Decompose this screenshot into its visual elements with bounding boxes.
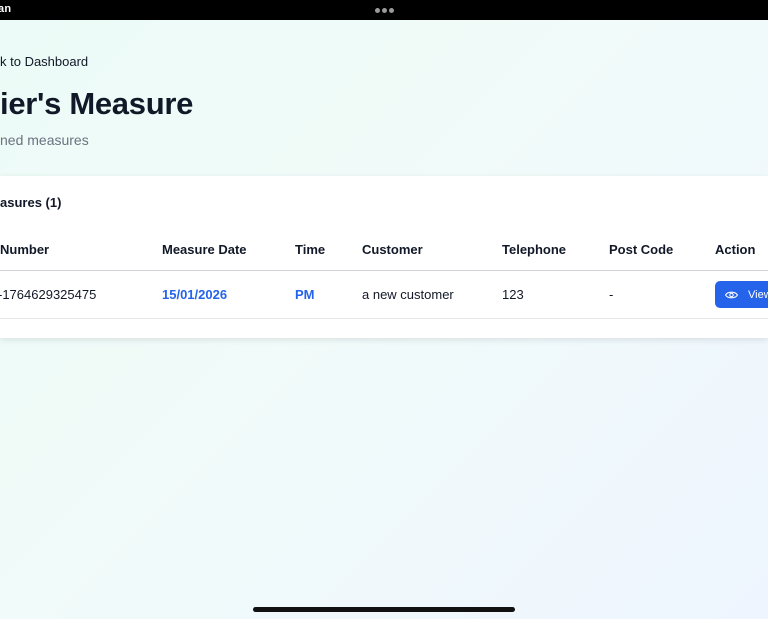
- dot: [389, 8, 394, 13]
- home-indicator[interactable]: [253, 607, 515, 612]
- page-title: ier's Measure: [0, 86, 194, 121]
- dot: [375, 8, 380, 13]
- cell-time[interactable]: PM: [295, 287, 315, 302]
- cell-measure-date[interactable]: 15/01/2026: [162, 287, 227, 302]
- column-header-customer: Customer: [362, 242, 423, 257]
- column-header-measure-date: Measure Date: [162, 242, 247, 257]
- column-header-telephone: Telephone: [502, 242, 567, 257]
- cell-customer: a new customer: [362, 287, 454, 302]
- column-header-number: Number: [0, 242, 50, 257]
- cell-post-code: -: [609, 287, 614, 302]
- row-divider: [0, 318, 768, 319]
- cell-number: -1764629325475: [0, 287, 97, 302]
- measures-card: asures (1) Number Measure Date Time Cust…: [0, 176, 768, 338]
- column-header-post-code: Post Code: [609, 242, 674, 257]
- card-title: asures (1): [0, 195, 62, 210]
- page-subtitle: ned measures: [0, 132, 89, 148]
- back-to-dashboard-link[interactable]: k to Dashboard: [0, 54, 88, 69]
- status-bar: an: [0, 0, 768, 20]
- column-header-action: Action: [715, 242, 756, 257]
- cell-telephone: 123: [502, 287, 524, 302]
- multitasking-dots-icon[interactable]: [375, 8, 394, 13]
- view-button-label: View: [748, 288, 768, 301]
- eye-icon: [725, 290, 738, 300]
- dot: [382, 8, 387, 13]
- view-button[interactable]: View: [715, 281, 768, 308]
- column-header-time: Time: [295, 242, 326, 257]
- status-bar-text: an: [0, 3, 12, 15]
- header-divider: [0, 270, 768, 271]
